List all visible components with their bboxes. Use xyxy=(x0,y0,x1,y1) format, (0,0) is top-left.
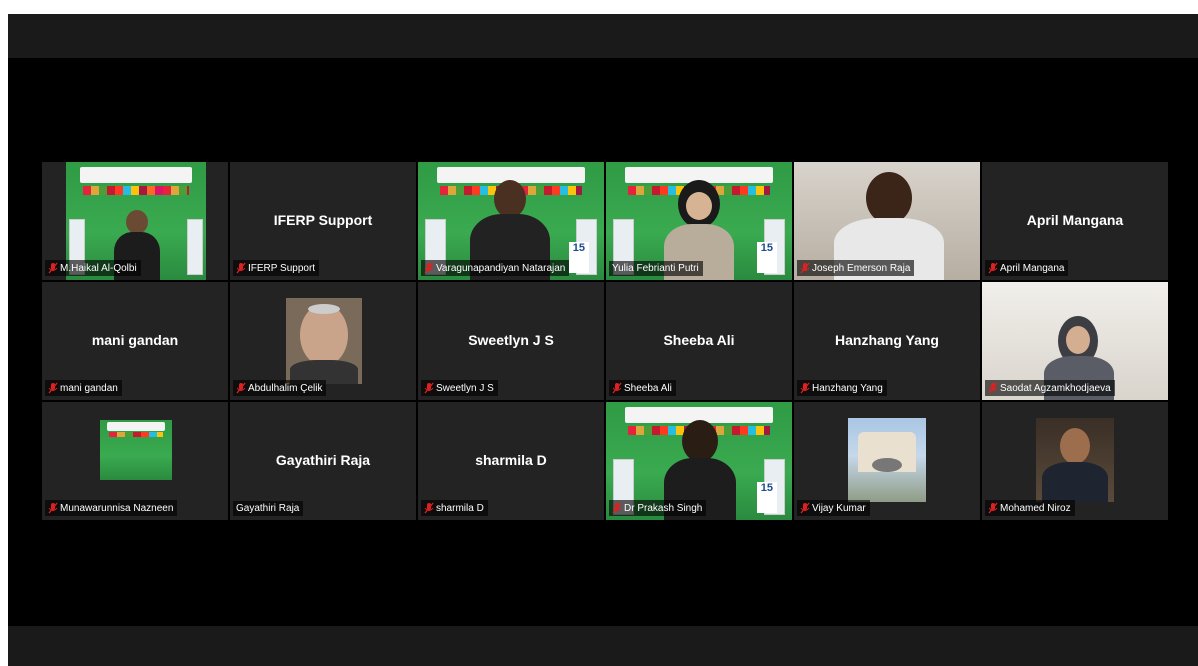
participant-tile[interactable]: 15 Varagunapandiyan Natarajan xyxy=(418,162,604,280)
participant-tile[interactable]: mani gandan mani gandan xyxy=(42,282,228,400)
meeting-window: M.Haikal Al-Qolbi IFERP Support IFERP Su… xyxy=(8,14,1198,666)
participant-tile[interactable]: IFERP Support IFERP Support xyxy=(230,162,416,280)
participant-name-tag: M.Haikal Al-Qolbi xyxy=(45,260,141,276)
participant-display-name: IFERP Support xyxy=(273,212,373,229)
muted-mic-icon xyxy=(800,502,810,514)
participant-tile[interactable]: Munawarunnisa Nazneen xyxy=(42,402,228,520)
participant-name-tag: Joseph Emerson Raja xyxy=(797,260,915,276)
participant-tile[interactable]: Vijay Kumar xyxy=(794,402,980,520)
participant-tile[interactable]: Hanzhang Yang Hanzhang Yang xyxy=(794,282,980,400)
participant-name-tag: Saodat Agzamkhodjaeva xyxy=(985,380,1115,396)
top-toolbar xyxy=(8,14,1198,58)
participant-tile[interactable]: 15 Dr Prakash Singh xyxy=(606,402,792,520)
participant-name-tag: Sheeba Ali xyxy=(609,380,676,396)
muted-mic-icon xyxy=(48,502,58,514)
participant-profile-photo xyxy=(1036,418,1114,502)
participant-tile[interactable]: Mohamed Niroz xyxy=(982,402,1168,520)
participant-display-name: Gayathiri Raja xyxy=(275,452,371,469)
participant-tile[interactable]: Sweetlyn J S Sweetlyn J S xyxy=(418,282,604,400)
participant-profile-photo xyxy=(286,298,362,384)
participant-name-tag: Gayathiri Raja xyxy=(233,501,304,516)
participant-name-tag: Hanzhang Yang xyxy=(797,380,887,396)
participant-tile[interactable]: M.Haikal Al-Qolbi xyxy=(42,162,228,280)
participant-display-name: Hanzhang Yang xyxy=(835,332,939,349)
participant-display-name: mani gandan xyxy=(91,332,179,349)
muted-mic-icon xyxy=(800,262,810,274)
participant-profile-photo xyxy=(100,420,172,480)
participant-name-tag: Varagunapandiyan Natarajan xyxy=(421,260,570,276)
muted-mic-icon xyxy=(48,262,58,274)
participant-name-tag: April Mangana xyxy=(985,260,1069,276)
muted-mic-icon xyxy=(424,262,434,274)
participant-gallery: M.Haikal Al-Qolbi IFERP Support IFERP Su… xyxy=(42,162,1168,522)
participant-name-tag: Abdulhalim Çelik xyxy=(233,380,327,396)
muted-mic-icon xyxy=(236,262,246,274)
participant-tile[interactable]: Joseph Emerson Raja xyxy=(794,162,980,280)
participant-tile[interactable]: April Mangana April Mangana xyxy=(982,162,1168,280)
muted-mic-icon xyxy=(612,382,622,394)
muted-mic-icon xyxy=(988,382,998,394)
participant-tile[interactable]: Saodat Agzamkhodjaeva xyxy=(982,282,1168,400)
muted-mic-icon xyxy=(988,502,998,514)
participant-name-tag: IFERP Support xyxy=(233,260,320,276)
muted-mic-icon xyxy=(424,502,434,514)
participant-name-tag: Vijay Kumar xyxy=(797,500,870,516)
muted-mic-icon xyxy=(236,382,246,394)
participant-name-tag: Munawarunnisa Nazneen xyxy=(45,500,178,516)
participant-tile-active-speaker[interactable]: 15 Yulia Febrianti Putri xyxy=(606,162,792,280)
participant-name-tag: mani gandan xyxy=(45,380,122,396)
participant-tile[interactable]: Abdulhalim Çelik xyxy=(230,282,416,400)
participant-name-tag: Sweetlyn J S xyxy=(421,380,498,396)
muted-mic-icon xyxy=(48,382,58,394)
participant-display-name: sharmila D xyxy=(475,452,547,469)
participant-name-tag: Yulia Febrianti Putri xyxy=(609,261,703,276)
muted-mic-icon xyxy=(988,262,998,274)
participant-display-name: April Mangana xyxy=(1026,212,1124,229)
participant-tile[interactable]: Gayathiri Raja Gayathiri Raja xyxy=(230,402,416,520)
muted-mic-icon xyxy=(800,382,810,394)
participant-tile[interactable]: sharmila D sharmila D xyxy=(418,402,604,520)
bottom-toolbar xyxy=(8,626,1198,666)
participant-profile-photo xyxy=(848,418,926,502)
participant-name-tag: sharmila D xyxy=(421,500,488,516)
participant-tile[interactable]: Sheeba Ali Sheeba Ali xyxy=(606,282,792,400)
participant-name-tag: Mohamed Niroz xyxy=(985,500,1075,516)
muted-mic-icon xyxy=(424,382,434,394)
participant-display-name: Sheeba Ali xyxy=(663,332,735,349)
participant-name-tag: Dr Prakash Singh xyxy=(609,500,707,516)
participant-display-name: Sweetlyn J S xyxy=(468,332,554,349)
muted-mic-icon xyxy=(612,502,622,514)
